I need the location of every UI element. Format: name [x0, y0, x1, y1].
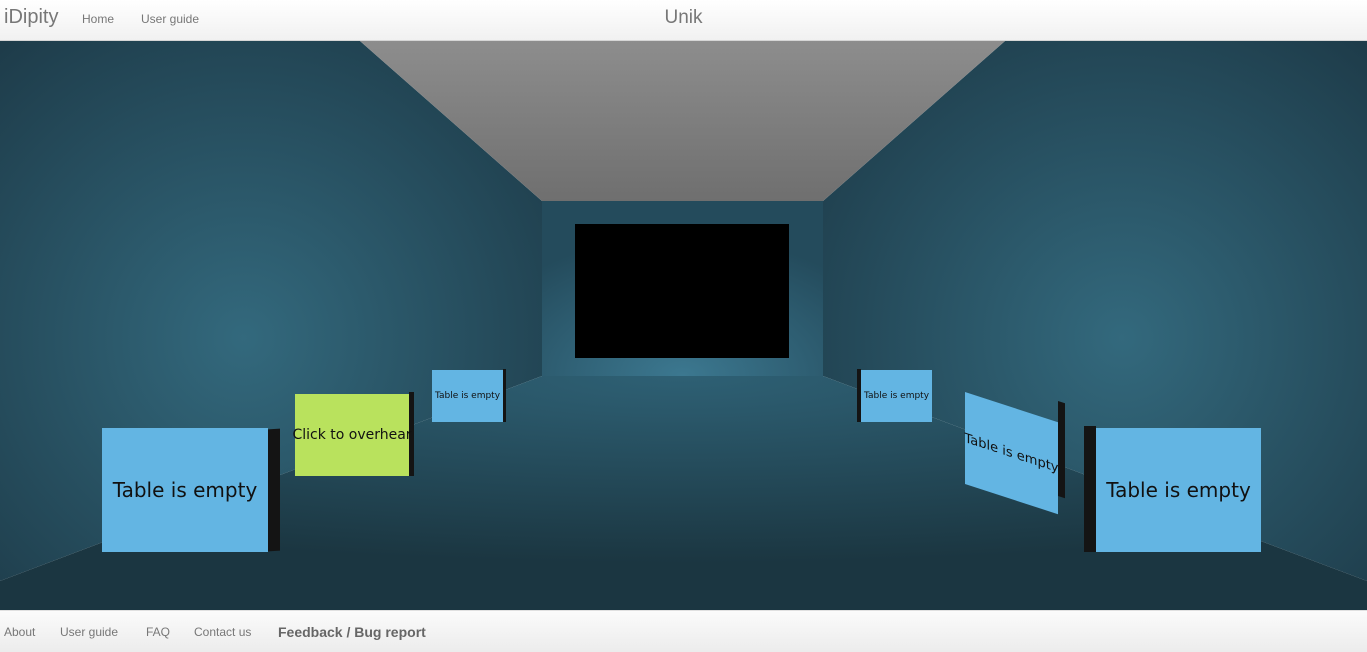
table-status-label: Table is empty [863, 391, 930, 401]
footer-about-link[interactable]: About [4, 625, 35, 639]
presentation-screen [575, 224, 789, 358]
table-right-back[interactable]: Table is empty [861, 370, 932, 422]
footer-faq-link[interactable]: FAQ [146, 625, 170, 639]
table-side-shadow [1084, 426, 1096, 552]
footer-user-guide-link[interactable]: User guide [60, 625, 118, 639]
table-status-label: Table is empty [434, 391, 501, 401]
table-status-label: Table is empty [964, 430, 1059, 476]
table-status-label: Table is empty [1106, 478, 1251, 502]
table-left-back[interactable]: Table is empty [432, 370, 503, 422]
table-left-middle-overhear[interactable]: Click to overhear [292, 394, 412, 476]
table-left-front[interactable]: Table is empty [102, 428, 268, 552]
top-navbar: iDipity Home User guide Unik [0, 0, 1367, 41]
room-3d-scene[interactable]: Table is empty Click to overhear Table i… [0, 41, 1367, 610]
table-status-label: Table is empty [112, 478, 258, 502]
table-side-shadow [503, 369, 506, 422]
table-side-shadow [268, 428, 280, 552]
table-status-label: Click to overhear [292, 427, 412, 443]
room-title: Unik [664, 7, 703, 28]
table-side-shadow [1058, 401, 1065, 499]
footer-feedback-link[interactable]: Feedback / Bug report [278, 624, 426, 640]
footer-bar: About User guide FAQ Contact us Feedback… [0, 610, 1367, 652]
table-right-front[interactable]: Table is empty [1096, 428, 1261, 552]
footer-contact-link[interactable]: Contact us [194, 625, 251, 639]
